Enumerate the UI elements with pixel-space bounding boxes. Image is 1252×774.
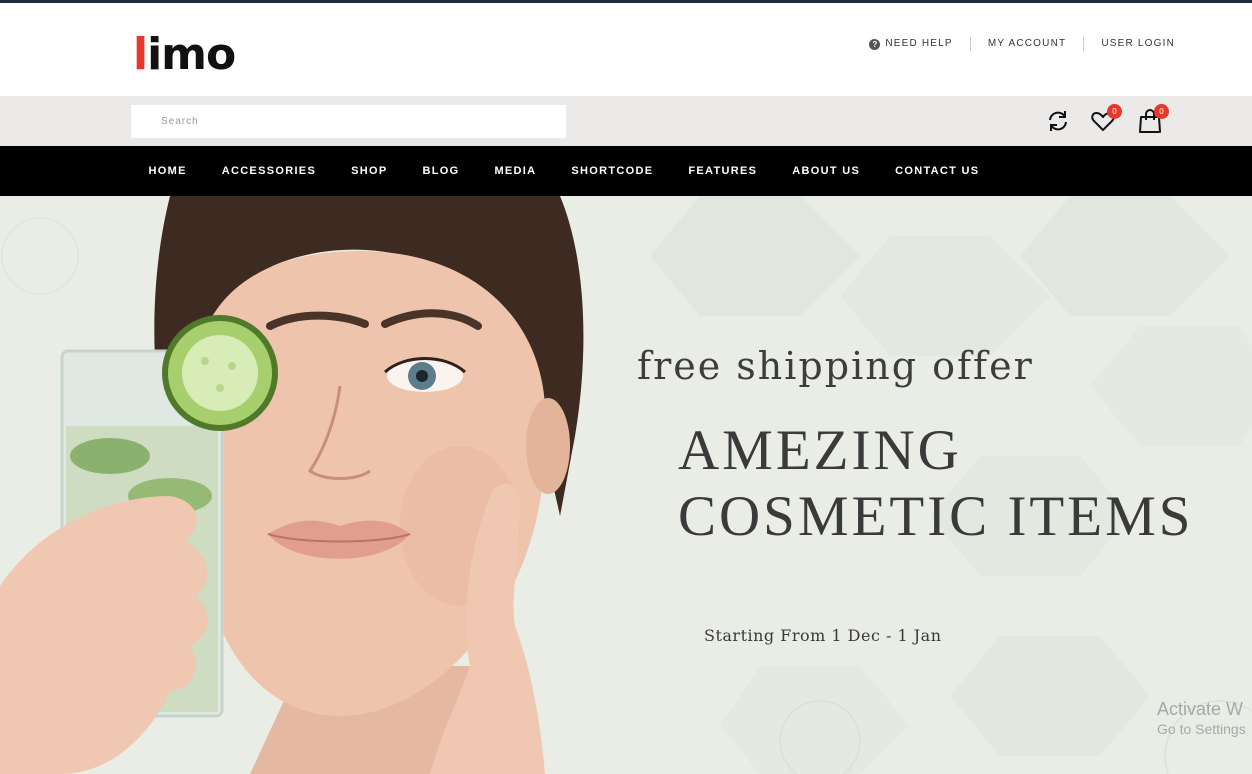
nav-item-home[interactable]: HOME — [131, 146, 204, 196]
nav-menu: HOME ACCESSORIES SHOP BLOG MEDIA SHORTCO… — [131, 146, 997, 196]
watermark-line-2: Go to Settings — [1157, 721, 1246, 737]
need-help-label: NEED HELP — [885, 38, 953, 49]
nav-item-shortcode[interactable]: SHORTCODE — [554, 146, 671, 196]
site-logo[interactable]: limo — [133, 33, 236, 77]
site-header: limo ? NEED HELP MY ACCOUNT USER LOGIN — [0, 3, 1252, 96]
nav-item-about-us[interactable]: ABOUT US — [775, 146, 878, 196]
hero-headline: AMEZING COSMETIC ITEMS — [678, 418, 1193, 550]
nav-item-contact-us[interactable]: CONTACT US — [878, 146, 997, 196]
cart-button[interactable]: 0 — [1137, 104, 1169, 134]
user-login-link[interactable]: USER LOGIN — [1084, 37, 1175, 51]
hero-offer-text: free shipping offer — [637, 344, 1034, 388]
my-account-label: MY ACCOUNT — [987, 38, 1067, 49]
logo-accent-letter: l — [133, 29, 148, 80]
windows-activation-watermark: Activate W Go to Settings — [1157, 698, 1246, 738]
nav-item-shop[interactable]: SHOP — [334, 146, 405, 196]
search-input[interactable] — [131, 105, 566, 138]
compare-button[interactable] — [1045, 108, 1071, 134]
hero-model-image — [0, 196, 584, 774]
nav-item-accessories[interactable]: ACCESSORIES — [204, 146, 333, 196]
hero-headline-line-2: COSMETIC ITEMS — [678, 485, 1194, 548]
hero-banner: free shipping offer AMEZING COSMETIC ITE… — [0, 196, 1252, 774]
user-login-label: USER LOGIN — [1101, 38, 1175, 49]
search-bar: 0 0 — [0, 96, 1252, 146]
nav-item-blog[interactable]: BLOG — [405, 146, 477, 196]
main-nav: HOME ACCESSORIES SHOP BLOG MEDIA SHORTCO… — [0, 146, 1252, 196]
nav-item-media[interactable]: MEDIA — [477, 146, 554, 196]
wishlist-count-badge: 0 — [1107, 104, 1122, 119]
top-links: ? NEED HELP MY ACCOUNT USER LOGIN — [852, 37, 1175, 51]
watermark-line-1: Activate W — [1157, 699, 1244, 719]
hero-headline-line-1: AMEZING — [678, 419, 962, 482]
question-circle-icon: ? — [869, 38, 881, 50]
wishlist-button[interactable]: 0 — [1090, 104, 1122, 134]
need-help-link[interactable]: ? NEED HELP — [852, 37, 971, 51]
hero-dates: Starting From 1 Dec - 1 Jan — [704, 626, 942, 645]
logo-wordmark: imo — [147, 29, 236, 80]
nav-item-features[interactable]: FEATURES — [671, 146, 775, 196]
refresh-icon — [1049, 111, 1067, 131]
my-account-link[interactable]: MY ACCOUNT — [971, 37, 1085, 51]
cart-count-badge: 0 — [1154, 104, 1169, 119]
